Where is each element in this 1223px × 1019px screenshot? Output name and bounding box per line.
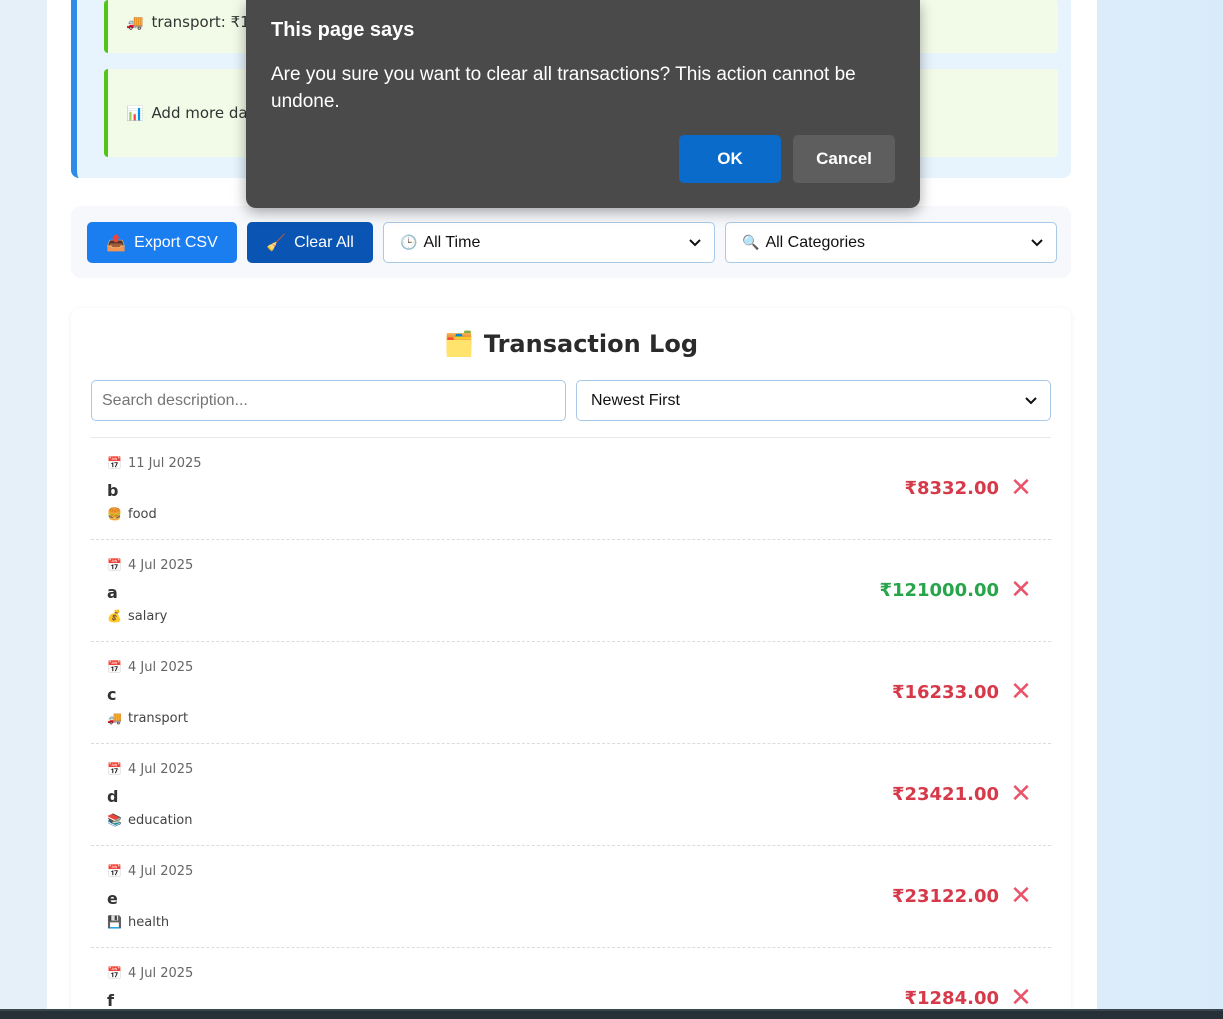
- category-text: salary: [128, 609, 168, 624]
- toolbar: 📤 Export CSV 🧹 Clear All 🕒 All Time 🔍 Al…: [71, 206, 1071, 278]
- bar-chart-icon: 📊: [126, 106, 144, 122]
- transaction-description: d: [107, 787, 119, 806]
- delete-icon[interactable]: ✕: [1009, 985, 1033, 1011]
- time-filter-select[interactable]: 🕒 All Time: [383, 222, 715, 263]
- search-input[interactable]: [91, 380, 566, 421]
- clock-icon: 🕒: [400, 234, 418, 250]
- export-icon: 📤: [106, 234, 127, 252]
- log-title: 🗂️ Transaction Log: [71, 330, 1071, 358]
- category-icon: 💾: [107, 915, 122, 929]
- chevron-down-icon: [689, 239, 701, 247]
- export-label: Export CSV: [134, 233, 218, 251]
- ok-button[interactable]: OK: [679, 135, 781, 183]
- dialog-message: Are you sure you want to clear all trans…: [271, 64, 856, 112]
- transaction-description: f: [107, 991, 114, 1010]
- transaction-amount: ₹23122.00: [891, 886, 999, 907]
- category-text: food: [128, 507, 157, 522]
- date-text: 11 Jul 2025: [128, 456, 202, 471]
- transaction-category: 🚚 transport: [107, 711, 188, 726]
- dialog-title: This page says: [271, 19, 415, 41]
- category-filter-value: All Categories: [765, 233, 866, 251]
- transaction-category: 🍔 food: [107, 507, 157, 522]
- transaction-date: 📅 4 Jul 2025: [107, 558, 193, 573]
- category-text: health: [128, 915, 170, 930]
- transaction-row: 📅 4 Jul 2025 a 💰 salary ₹121000.00 ✕: [91, 540, 1051, 642]
- category-text: education: [128, 813, 193, 828]
- date-text: 4 Jul 2025: [128, 660, 194, 675]
- calendar-icon: 📅: [107, 966, 122, 980]
- chevron-down-icon: [1031, 239, 1043, 247]
- cancel-button[interactable]: Cancel: [793, 135, 895, 183]
- transaction-row: 📅 4 Jul 2025 d 📚 education ₹23421.00 ✕: [91, 744, 1051, 846]
- transaction-amount: ₹23421.00: [891, 784, 999, 805]
- sort-select[interactable]: Newest First: [576, 380, 1051, 421]
- category-filter-select[interactable]: 🔍 All Categories: [725, 222, 1057, 263]
- confirm-dialog: This page says Are you sure you want to …: [246, 0, 920, 208]
- category-icon: 🍔: [107, 507, 122, 521]
- transaction-amount: ₹121000.00: [879, 580, 999, 601]
- log-title-text: Transaction Log: [483, 330, 699, 358]
- clear-label: Clear All: [294, 233, 354, 251]
- transaction-category: 💰 salary: [107, 609, 167, 624]
- date-text: 4 Jul 2025: [128, 558, 194, 573]
- transaction-description: b: [107, 481, 119, 500]
- transaction-row: 📅 4 Jul 2025 c 🚚 transport ₹16233.00 ✕: [91, 642, 1051, 744]
- transaction-date: 📅 11 Jul 2025: [107, 456, 202, 471]
- sort-value: Newest First: [591, 391, 680, 409]
- transaction-date: 📅 4 Jul 2025: [107, 660, 193, 675]
- transaction-amount: ₹8332.00: [904, 478, 999, 499]
- date-text: 4 Jul 2025: [128, 864, 194, 879]
- transaction-description: c: [107, 685, 117, 704]
- calendar-icon: 📅: [107, 558, 122, 572]
- transaction-amount: ₹16233.00: [891, 682, 999, 703]
- folder-icon: 🗂️: [443, 330, 474, 358]
- magnifier-icon: 🔍: [742, 234, 760, 250]
- transaction-row: 📅 4 Jul 2025 e 💾 health ₹23122.00 ✕: [91, 846, 1051, 948]
- transaction-amount: ₹1284.00: [904, 988, 999, 1009]
- category-icon: 🚚: [107, 711, 122, 725]
- transaction-description: a: [107, 583, 118, 602]
- calendar-icon: 📅: [107, 864, 122, 878]
- calendar-icon: 📅: [107, 660, 122, 674]
- delete-icon[interactable]: ✕: [1009, 577, 1033, 603]
- delete-icon[interactable]: ✕: [1009, 475, 1033, 501]
- export-csv-button[interactable]: 📤 Export CSV: [87, 222, 237, 263]
- calendar-icon: 📅: [107, 456, 122, 470]
- broom-icon: 🧹: [266, 234, 287, 252]
- category-text: transport: [128, 711, 189, 726]
- delete-icon[interactable]: ✕: [1009, 679, 1033, 705]
- category-icon: 💰: [107, 609, 122, 623]
- calendar-icon: 📅: [107, 762, 122, 776]
- time-filter-value: All Time: [423, 233, 481, 251]
- delete-icon[interactable]: ✕: [1009, 781, 1033, 807]
- truck-icon: 🚚: [126, 15, 144, 31]
- transaction-row: 📅 11 Jul 2025 b 🍔 food ₹8332.00 ✕: [91, 438, 1051, 540]
- date-text: 4 Jul 2025: [128, 762, 194, 777]
- transaction-date: 📅 4 Jul 2025: [107, 864, 193, 879]
- transaction-category: 📚 education: [107, 813, 193, 828]
- transaction-category: 💾 health: [107, 915, 169, 930]
- category-icon: 📚: [107, 813, 122, 827]
- chevron-down-icon: [1025, 397, 1037, 405]
- transaction-date: 📅 4 Jul 2025: [107, 762, 193, 777]
- delete-icon[interactable]: ✕: [1009, 883, 1033, 909]
- date-text: 4 Jul 2025: [128, 966, 194, 981]
- transaction-date: 📅 4 Jul 2025: [107, 966, 193, 981]
- taskbar: [0, 1009, 1223, 1019]
- clear-all-button[interactable]: 🧹 Clear All: [247, 222, 373, 263]
- transaction-description: e: [107, 889, 118, 908]
- transaction-log: 🗂️ Transaction Log Newest First 📅 11 Jul 2…: [71, 308, 1071, 1019]
